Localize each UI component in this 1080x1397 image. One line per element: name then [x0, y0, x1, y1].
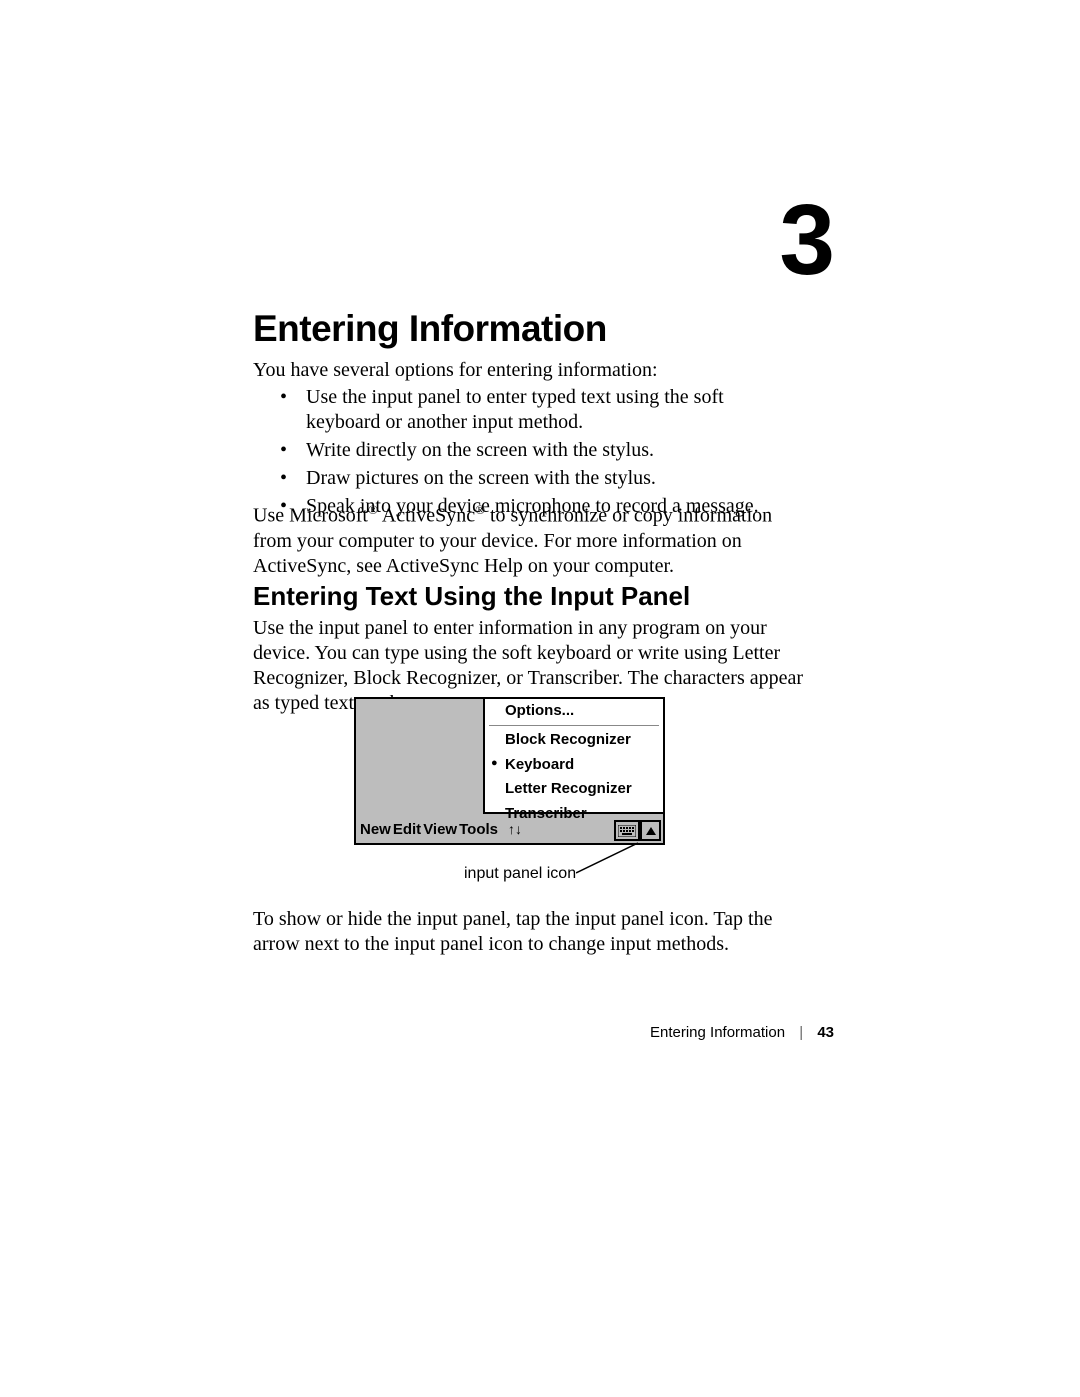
input-method-arrow-icon[interactable] [640, 820, 661, 841]
footer-page-number: 43 [817, 1024, 834, 1041]
registered-mark-icon: ® [368, 502, 378, 517]
menu-tools[interactable]: Tools [459, 821, 498, 840]
input-panel-icon[interactable] [614, 820, 640, 841]
text-fragment: ActiveSync [378, 505, 475, 527]
popup-item-letter-recognizer[interactable]: Letter Recognizer [485, 777, 663, 802]
command-bar: New Edit View Tools ↑↓ [356, 817, 663, 843]
page: 3 Entering Information You have several … [0, 0, 1080, 1397]
registered-mark-icon: ® [475, 502, 485, 517]
chapter-number: 3 [779, 190, 835, 290]
popup-item-keyboard[interactable]: Keyboard [485, 753, 663, 778]
paragraph-closing: To show or hide the input panel, tap the… [253, 907, 813, 957]
section-heading: Entering Text Using the Input Panel [253, 580, 690, 613]
footer-section: Entering Information [650, 1024, 785, 1041]
footer-separator: | [799, 1024, 803, 1041]
list-item: Use the input panel to enter typed text … [280, 385, 800, 435]
list-item: Draw pictures on the screen with the sty… [280, 466, 800, 491]
input-panel-button-group [614, 820, 661, 841]
menu-new[interactable]: New [360, 821, 391, 840]
callout-label: input panel icon [464, 864, 576, 884]
list-item: Write directly on the screen with the st… [280, 438, 800, 463]
intro-text: You have several options for entering in… [253, 358, 658, 383]
popup-item-block-recognizer[interactable]: Block Recognizer [485, 728, 663, 753]
popup-options[interactable]: Options... [485, 699, 663, 724]
paragraph-activesync: Use Microsoft® ActiveSync® to synchroniz… [253, 502, 813, 579]
page-footer: Entering Information | 43 [0, 1024, 1080, 1043]
scroll-updown-icon[interactable]: ↑↓ [508, 821, 522, 839]
input-method-popup: Options... Block Recognizer Keyboard Let… [483, 697, 665, 814]
separator [489, 725, 659, 727]
callout-line [576, 841, 640, 875]
page-title: Entering Information [253, 306, 607, 352]
menu-view[interactable]: View [423, 821, 457, 840]
pocketpc-screenshot: Options... Block Recognizer Keyboard Let… [354, 697, 665, 845]
text-fragment: Use Microsoft [253, 505, 368, 527]
menu-edit[interactable]: Edit [393, 821, 421, 840]
